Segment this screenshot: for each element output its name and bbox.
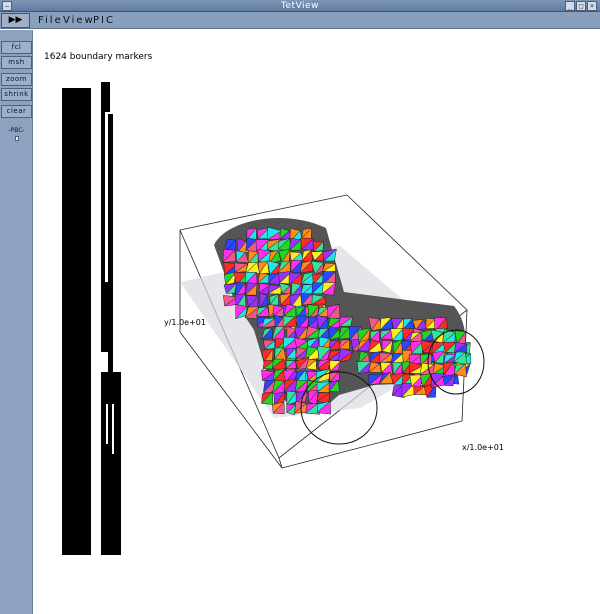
window-titlebar: – TetView _ □ × <box>0 0 600 12</box>
menu-pic[interactable]: PIC <box>93 14 115 27</box>
drawing-canvas[interactable]: 1624 boundary markers y/1.0e+01 x/1.0e+0… <box>34 30 600 614</box>
maximize-button[interactable]: □ <box>576 1 586 11</box>
side-toolbar: fcl msh zoom shrink clear -PBC- <box>0 30 33 614</box>
mesh-viewport[interactable]: y/1.0e+01 x/1.0e+01 <box>34 30 600 614</box>
menu-bar: ▶▶ File View PIC <box>0 12 600 29</box>
menu-file[interactable]: File <box>38 14 63 27</box>
zoom-button[interactable]: zoom <box>1 73 32 86</box>
x-axis-label: x/1.0e+01 <box>462 443 504 452</box>
close-button[interactable]: × <box>587 1 597 11</box>
minimize-button[interactable]: _ <box>565 1 575 11</box>
pbc-select-label: -PBC- <box>8 127 25 134</box>
fcl-button[interactable]: fcl <box>1 41 32 54</box>
pbc-select[interactable]: -PBC- <box>1 126 32 142</box>
window-title: TetView <box>281 1 319 11</box>
mesh-button[interactable]: msh <box>1 56 32 69</box>
y-axis-label: y/1.0e+01 <box>164 318 206 327</box>
shrink-button[interactable]: shrink <box>1 88 32 101</box>
mesh-body <box>214 217 485 445</box>
menu-view[interactable]: View <box>63 14 95 27</box>
select-handle-icon <box>14 136 19 141</box>
play-button[interactable]: ▶▶ <box>1 13 30 28</box>
clear-button[interactable]: clear <box>1 105 32 118</box>
render-artifact-bars <box>62 82 121 555</box>
